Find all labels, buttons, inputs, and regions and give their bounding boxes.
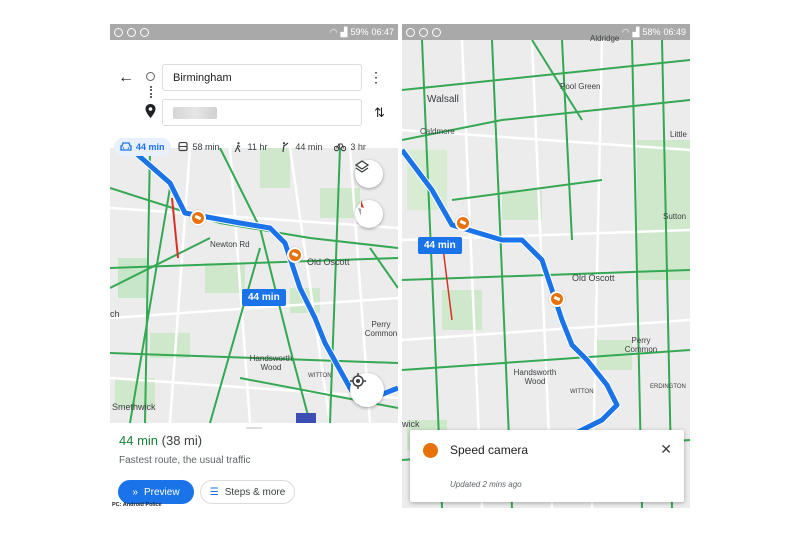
preview-button[interactable]: » Preview — [118, 480, 194, 504]
speed-camera-title: Speed camera — [450, 443, 529, 457]
steps-more-button[interactable]: ☰ Steps & more — [200, 480, 295, 504]
route-distance: (38 mi) — [161, 433, 203, 448]
layers-button[interactable] — [355, 160, 383, 188]
place-aldridge: Aldridge — [590, 34, 620, 43]
route-time-label[interactable]: 44 min — [418, 237, 462, 254]
origin-circle-icon — [146, 72, 155, 81]
back-arrow-icon[interactable]: ← — [118, 69, 134, 87]
steps-label: Steps & more — [224, 486, 286, 498]
bike-icon — [334, 143, 347, 152]
right-screenshot: ◠ ▟ 58% 06:49 44 min Aldridge Walsall Po… — [402, 24, 690, 508]
preview-label: Preview — [143, 486, 180, 498]
left-screenshot: ◠ ▟ 59% 06:47 44 min Newton Rd Old Oscot… — [110, 24, 398, 508]
route-time: 44 min (38 mi) — [119, 433, 202, 448]
my-location-button[interactable] — [350, 373, 384, 407]
mode-walk[interactable]: 11 hr — [226, 138, 274, 156]
place-edge: wick — [402, 419, 420, 429]
place-walsall: Walsall — [427, 94, 459, 105]
speed-camera-marker[interactable] — [287, 247, 303, 263]
place-witton: WITTON — [570, 389, 594, 395]
mode-drive-label: 44 min — [136, 142, 165, 152]
route-duration: 44 min — [119, 433, 159, 448]
place-pool-green: Pool Green — [560, 82, 601, 91]
messenger-icon — [127, 27, 136, 37]
place-newton-rd: Newton Rd — [210, 240, 250, 249]
mode-drive[interactable]: 44 min — [114, 138, 171, 156]
destination-input[interactable] — [162, 99, 362, 126]
redacted-destination — [173, 107, 217, 119]
place-perry-common: Perry Common — [624, 336, 658, 354]
origin-input[interactable]: Birmingham — [162, 64, 362, 91]
place-handsworth-wood: Handsworth Wood — [513, 368, 557, 386]
place-little: Little — [670, 130, 687, 139]
status-bar: ◠ ▟ 59% 06:47 — [110, 24, 398, 40]
list-icon: ☰ — [209, 486, 219, 498]
signal-icon: ▟ — [340, 26, 348, 37]
signal-icon: ▟ — [632, 26, 640, 37]
mode-rideshare-label: 44 min — [295, 142, 323, 152]
swap-directions-icon[interactable]: ⇅ — [374, 105, 385, 121]
app-icon — [140, 27, 149, 37]
speed-camera-marker[interactable] — [455, 215, 471, 231]
destination-pin-icon — [145, 104, 156, 118]
speed-camera-marker[interactable] — [549, 291, 565, 307]
battery-level: 59% — [350, 27, 369, 37]
directions-header: ← Birmingham ⋮ ⇅ 44 min 58 min 11 hr 44 … — [110, 40, 398, 156]
clock: 06:47 — [371, 27, 394, 37]
route-description: Fastest route, the usual traffic — [119, 455, 251, 466]
preview-icon: » — [132, 486, 138, 498]
route-summary-sheet[interactable]: 44 min (38 mi) Fastest route, the usual … — [110, 423, 398, 508]
battery-level: 58% — [642, 27, 661, 37]
travel-mode-bar: 44 min 58 min 11 hr 44 min 3 hr — [110, 134, 398, 160]
compass-icon — [358, 200, 364, 216]
map-view[interactable]: 44 min Newton Rd Old Oscott Perry Common… — [110, 148, 398, 423]
whatsapp-icon — [114, 27, 123, 37]
place-old-oscott: Old Oscott — [572, 273, 615, 283]
sheet-handle[interactable] — [246, 427, 262, 429]
my-location-icon — [350, 373, 366, 389]
route-time-label[interactable]: 44 min — [242, 289, 286, 306]
place-edge: ch — [110, 309, 120, 319]
updated-time: Updated 2 mins ago — [450, 480, 522, 489]
bus-icon — [177, 142, 188, 152]
mode-walk-label: 11 hr — [247, 142, 268, 152]
place-perry-common: Perry Common — [364, 320, 398, 338]
layers-icon — [355, 160, 369, 173]
wifi-icon: ◠ — [621, 26, 630, 37]
place-sutton: Sutton — [663, 212, 687, 221]
close-icon[interactable]: ✕ — [660, 441, 672, 458]
messenger-icon — [419, 27, 428, 37]
place-witton: WITTON — [308, 373, 332, 379]
rideshare-icon — [282, 142, 289, 152]
app-icon — [432, 27, 441, 37]
mode-bike[interactable]: 3 hr — [328, 138, 372, 156]
mode-bike-label: 3 hr — [350, 142, 366, 152]
speed-camera-card[interactable]: Speed camera ✕ Updated 2 mins ago — [410, 430, 684, 502]
mode-transit[interactable]: 58 min — [171, 138, 226, 156]
place-old-oscott: Old Oscott — [307, 257, 350, 267]
route-connector — [150, 86, 152, 98]
car-icon — [120, 142, 132, 151]
place-smethwick: Smethwick — [112, 402, 156, 412]
place-caldmore: Caldmore — [420, 127, 455, 136]
mode-transit-label: 58 min — [192, 142, 220, 152]
wifi-icon: ◠ — [329, 26, 338, 37]
speed-camera-icon — [423, 443, 438, 458]
whatsapp-icon — [406, 27, 415, 37]
status-bar: ◠ ▟ 58% 06:49 — [402, 24, 690, 40]
clock: 06:49 — [663, 27, 686, 37]
place-handsworth-wood: Handsworth Wood — [249, 354, 293, 372]
more-options-icon[interactable]: ⋮ — [369, 70, 383, 84]
speed-camera-marker[interactable] — [190, 210, 206, 226]
compass-button[interactable] — [355, 200, 383, 228]
mode-rideshare[interactable]: 44 min — [273, 138, 328, 156]
walk-icon — [234, 142, 241, 152]
place-erdington: ERDINGTON — [650, 384, 686, 390]
photo-credit: PC: Android Police — [112, 502, 162, 508]
